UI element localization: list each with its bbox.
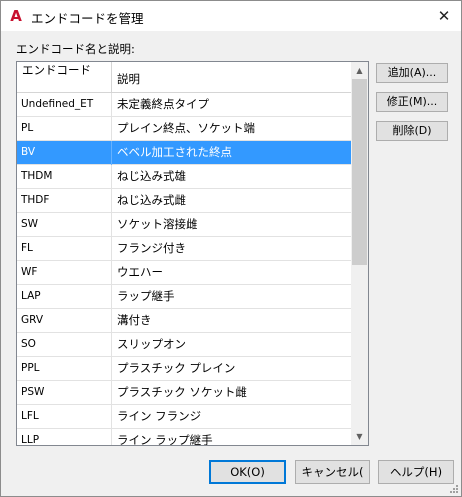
end-code-cell: SW <box>21 218 39 230</box>
end-code-cell: PPL <box>21 362 40 374</box>
list-row[interactable]: PPL プラスチック プレイン <box>17 357 351 381</box>
list-header: エンドコード 説明 <box>17 62 351 93</box>
list-row[interactable]: LAP ラップ継手 <box>17 285 351 309</box>
column-divider <box>111 117 112 141</box>
column-divider <box>111 357 112 381</box>
end-code-cell: SO <box>21 338 36 350</box>
list-row[interactable]: SO スリップオン <box>17 333 351 357</box>
column-divider <box>111 285 112 309</box>
scroll-up-icon[interactable]: ▲ <box>351 62 368 79</box>
list-row[interactable]: LLP ライン ラップ継手 <box>17 429 351 446</box>
end-code-cell: Undefined_ET <box>21 98 94 110</box>
modify-button[interactable]: 修正(M)... <box>376 92 448 112</box>
column-divider <box>111 309 112 333</box>
description-cell: ソケット溶接雌 <box>117 217 198 231</box>
column-divider <box>111 141 112 165</box>
end-code-cell: THDF <box>21 194 50 206</box>
column-divider <box>111 189 112 213</box>
list-row[interactable]: SW ソケット溶接雌 <box>17 213 351 237</box>
column-divider <box>111 237 112 261</box>
list-row[interactable]: WF ウエハー <box>17 261 351 285</box>
list-label: エンドコード名と説明: <box>16 42 135 56</box>
list-row[interactable]: THDM ねじ込み式雄 <box>17 165 351 189</box>
vertical-scrollbar[interactable]: ▲ ▼ <box>351 62 368 445</box>
column-divider <box>111 405 112 429</box>
end-code-cell: GRV <box>21 314 44 326</box>
column-divider <box>111 381 112 405</box>
dialog-title: エンドコードを管理 <box>31 11 144 26</box>
description-cell: プラスチック プレイン <box>117 361 236 375</box>
title-bar[interactable]: A エンドコードを管理 ✕ <box>1 1 461 31</box>
list-row[interactable]: GRV 溝付き <box>17 309 351 333</box>
description-cell: ねじ込み式雄 <box>117 169 186 183</box>
list-row[interactable]: BV ベベル加工された終点 <box>17 141 351 165</box>
end-code-cell: FL <box>21 242 33 254</box>
add-button[interactable]: 追加(A)... <box>376 63 448 83</box>
column-divider <box>111 261 112 285</box>
end-code-cell: BV <box>21 146 36 158</box>
list-row[interactable]: FL フランジ付き <box>17 237 351 261</box>
list-row[interactable]: PSW プラスチック ソケット雌 <box>17 381 351 405</box>
description-cell: ウエハー <box>117 265 163 279</box>
scroll-down-icon[interactable]: ▼ <box>351 428 368 445</box>
description-cell: ねじ込み式雌 <box>117 193 186 207</box>
column-header-code-label: エンドコード <box>22 63 91 77</box>
end-code-cell: LLP <box>21 434 40 446</box>
scrollbar-thumb[interactable] <box>352 79 367 265</box>
resize-grip-icon[interactable] <box>447 482 459 494</box>
column-divider <box>111 429 112 445</box>
column-divider <box>111 93 112 117</box>
description-cell: スリップオン <box>117 337 186 351</box>
description-cell: プレイン終点、ソケット端 <box>117 121 255 135</box>
cancel-button[interactable]: キャンセル( <box>295 460 370 484</box>
list-row[interactable]: LFL ライン フランジ <box>17 405 351 429</box>
ok-button[interactable]: OK(O) <box>209 460 286 484</box>
manage-end-codes-dialog: A エンドコードを管理 ✕ エンドコード名と説明: エンドコード 説明 Unde… <box>0 0 462 497</box>
description-cell: ライン フランジ <box>117 409 202 423</box>
column-divider <box>111 213 112 237</box>
list-row[interactable]: Undefined_ET 未定義終点タイプ <box>17 93 351 117</box>
description-cell: ライン ラップ継手 <box>117 433 213 446</box>
end-code-list[interactable]: エンドコード 説明 Undefined_ET 未定義終点タイプ PL プレイン終点、ソ… <box>16 61 369 446</box>
delete-button[interactable]: 削除(D) <box>376 121 448 141</box>
close-icon[interactable]: ✕ <box>427 1 461 31</box>
list-row[interactable]: THDF ねじ込み式雌 <box>17 189 351 213</box>
list-rows: Undefined_ET 未定義終点タイプ PL プレイン終点、ソケット端 BV ベベル加… <box>17 93 351 446</box>
column-divider <box>111 333 112 357</box>
autocad-a-icon: A <box>10 7 22 25</box>
column-header-description-label: 説明 <box>117 72 140 86</box>
description-cell: プラスチック ソケット雌 <box>117 385 247 399</box>
description-cell: ラップ継手 <box>117 289 175 303</box>
end-code-cell: PL <box>21 122 34 134</box>
list-row[interactable]: PL プレイン終点、ソケット端 <box>17 117 351 141</box>
column-divider <box>111 165 112 189</box>
column-header-description[interactable]: 説明 <box>112 62 351 92</box>
description-cell: ベベル加工された終点 <box>117 145 232 159</box>
end-code-cell: LAP <box>21 290 41 302</box>
end-code-cell: WF <box>21 266 38 278</box>
column-header-code[interactable]: エンドコード <box>17 62 112 92</box>
description-cell: 溝付き <box>117 313 152 327</box>
end-code-cell: PSW <box>21 386 45 398</box>
end-code-cell: LFL <box>21 410 39 422</box>
description-cell: フランジ付き <box>117 241 186 255</box>
description-cell: 未定義終点タイプ <box>117 97 209 111</box>
end-code-cell: THDM <box>21 170 53 182</box>
help-button[interactable]: ヘルプ(H) <box>378 460 454 484</box>
